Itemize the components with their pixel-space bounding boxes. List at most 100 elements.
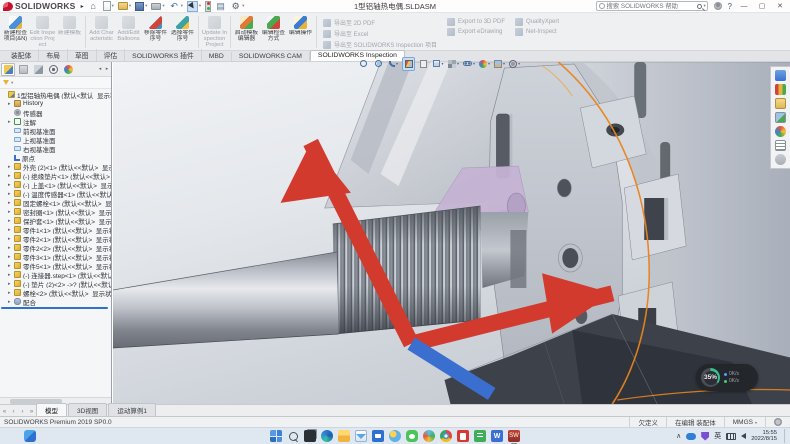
tree-filter-bar[interactable]: ▾: [0, 77, 111, 89]
doc-tab-scroll-icon[interactable]: «: [0, 409, 9, 416]
doc-tab-模型[interactable]: 模型: [36, 403, 67, 416]
restore-button[interactable]: ▢: [756, 2, 768, 10]
tree-item[interactable]: ▸(-) 连接器.step<1> (默认<<默认>_: [0, 270, 111, 279]
tab-评估[interactable]: 评估: [97, 49, 126, 61]
rebuild-button[interactable]: [205, 1, 211, 12]
ribbon-button[interactable]: 编辑检查方式: [260, 14, 287, 50]
tree-item[interactable]: 传感器: [0, 108, 111, 117]
minimize-button[interactable]: —: [738, 3, 750, 10]
view-orientation-button[interactable]: ▾: [432, 57, 445, 71]
tree-item[interactable]: ▸History: [0, 99, 111, 108]
tab-MBD[interactable]: MBD: [202, 52, 232, 61]
close-button[interactable]: ✕: [774, 2, 786, 10]
tree-item[interactable]: 1型铝轴热电偶 (默认<默认_显示状态-1>): [0, 90, 111, 99]
file-explorer-icon[interactable]: [338, 430, 350, 442]
search-icon[interactable]: [287, 430, 299, 442]
task-pane-tab[interactable]: [775, 70, 786, 81]
tree-item[interactable]: ▸零件1<1> (默认<<默认>_显示状态: [0, 225, 111, 234]
panel-tab-arrow-icon[interactable]: ▸: [104, 66, 110, 72]
apply-scene-button[interactable]: ▾: [493, 57, 506, 71]
task-pane-tab[interactable]: [775, 84, 786, 95]
tab-SOLIDWORKS CAM[interactable]: SOLIDWORKS CAM: [232, 52, 310, 61]
help-button[interactable]: ?: [728, 2, 732, 11]
spreadsheet-icon[interactable]: [474, 430, 486, 442]
ribbon-button[interactable]: 编辑操作: [287, 14, 314, 50]
doc-tab-3D视图[interactable]: 3D视图: [68, 403, 107, 416]
start-icon[interactable]: [270, 430, 282, 442]
tree-item[interactable]: ▸零件5<1> (默认<<默认>_显示状态: [0, 261, 111, 270]
panel-tab-configurationmanager[interactable]: [31, 63, 45, 76]
dropdown-caret-icon[interactable]: ▾: [112, 3, 114, 9]
dropdown-caret-icon[interactable]: ▾: [181, 3, 183, 9]
chrome-icon[interactable]: [440, 430, 452, 442]
task-pane-tab[interactable]: [775, 98, 786, 109]
save-button[interactable]: ▾: [135, 2, 147, 11]
dropdown-caret-icon[interactable]: ▾: [441, 61, 443, 66]
tree-item[interactable]: ▸密封圈<1> (默认<<默认>_显示状态: [0, 207, 111, 216]
task-pane-tab[interactable]: [775, 154, 786, 165]
dropdown-caret-icon[interactable]: ▾: [473, 61, 475, 66]
undo-button[interactable]: ▾: [169, 1, 183, 12]
tree-item[interactable]: ▸零件3<1> (默认<<默认>_显示状态: [0, 252, 111, 261]
file-properties-button[interactable]: [215, 1, 226, 12]
dropdown-caret-icon[interactable]: ▾: [488, 61, 490, 66]
tree-item[interactable]: ▸保护套<1> (默认<<默认>_显示状态: [0, 216, 111, 225]
dropdown-caret-icon[interactable]: ▾: [242, 3, 244, 9]
tab-装配体[interactable]: 装配体: [4, 49, 39, 61]
filter-funnel-icon[interactable]: [3, 80, 9, 85]
panel-tab-dimxpertmanager[interactable]: [46, 63, 60, 76]
weather-icon[interactable]: [389, 430, 401, 442]
edit-appearance-button[interactable]: ▾: [478, 57, 491, 71]
graphics-viewport[interactable]: 35% 0K/s 0K/s: [113, 62, 790, 404]
solidworks-icon[interactable]: SW: [508, 430, 520, 442]
section-view-button[interactable]: [402, 57, 415, 71]
browser-icon[interactable]: [423, 430, 435, 442]
ribbon-button[interactable]: 移除零件序号: [142, 14, 169, 50]
doc-tab-scroll-icon[interactable]: ‹: [9, 409, 18, 416]
zoom-fit-button[interactable]: [357, 57, 370, 71]
clock[interactable]: 15:55 2022/8/15: [751, 430, 777, 443]
zoom-area-button[interactable]: [372, 57, 385, 71]
tree-item[interactable]: ▸注解: [0, 117, 111, 126]
tab-布局[interactable]: 布局: [39, 49, 68, 61]
previous-view-button[interactable]: ▾: [387, 57, 400, 71]
dropdown-caret-icon[interactable]: ▾: [396, 61, 398, 66]
tree-item[interactable]: ▸零件2<1> (默认<<默认>_显示状态: [0, 234, 111, 243]
onedrive-icon[interactable]: [686, 433, 696, 440]
display-style-button[interactable]: ▾: [447, 57, 460, 71]
home-button[interactable]: [88, 1, 99, 12]
show-desktop-button[interactable]: [784, 429, 786, 443]
dropdown-caret-icon[interactable]: ▾: [199, 3, 201, 9]
ribbon-button[interactable]: 选择零件序号: [169, 14, 196, 50]
reader-icon[interactable]: [457, 430, 469, 442]
ribbon-button[interactable]: 启动模板编辑器: [233, 14, 260, 50]
performance-widget[interactable]: 35% 0K/s 0K/s: [696, 364, 758, 391]
dropdown-caret-icon[interactable]: ▾: [162, 3, 164, 9]
tab-草图[interactable]: 草图: [68, 49, 97, 61]
tree-item[interactable]: 上视基准面: [0, 135, 111, 144]
tree-item[interactable]: ▸(-) 上盖<1> (默认<<默认>_显示状态: [0, 180, 111, 189]
dropdown-caret-icon[interactable]: ▾: [145, 3, 147, 9]
panel-tab-featuremanager[interactable]: [1, 63, 15, 76]
options-button[interactable]: ▾: [230, 1, 244, 12]
search-caret-icon[interactable]: ▾: [704, 3, 706, 9]
dropdown-caret-icon[interactable]: ▾: [457, 61, 459, 66]
search-icon[interactable]: [697, 4, 702, 9]
security-icon[interactable]: [701, 432, 709, 441]
panel-tab-arrow-icon[interactable]: ◂: [97, 66, 103, 72]
touch-keyboard-icon[interactable]: [726, 433, 736, 440]
tree-item[interactable]: 右视基准面: [0, 144, 111, 153]
menu-expand-arrow-icon[interactable]: ▸: [81, 3, 84, 10]
open-button[interactable]: ▾: [118, 2, 131, 10]
dropdown-caret-icon[interactable]: ▾: [503, 61, 505, 66]
hide-show-items-button[interactable]: ▾: [462, 57, 476, 71]
doc-tab-scroll-icon[interactable]: »: [27, 409, 36, 416]
wechat-icon[interactable]: [406, 430, 418, 442]
rollback-bar[interactable]: [1, 307, 108, 309]
tree-item[interactable]: ▸(-) 垫片 (2)<2> ->? (默认<<默认>_: [0, 279, 111, 288]
tree-item[interactable]: ▸配合: [0, 297, 111, 306]
tree-item[interactable]: ▸零件2<2> (默认<<默认>_显示状态: [0, 243, 111, 252]
panel-tab-propertymanager[interactable]: [16, 63, 30, 76]
widgets-icon[interactable]: [24, 430, 36, 442]
dropdown-caret-icon[interactable]: ▾: [518, 61, 520, 66]
